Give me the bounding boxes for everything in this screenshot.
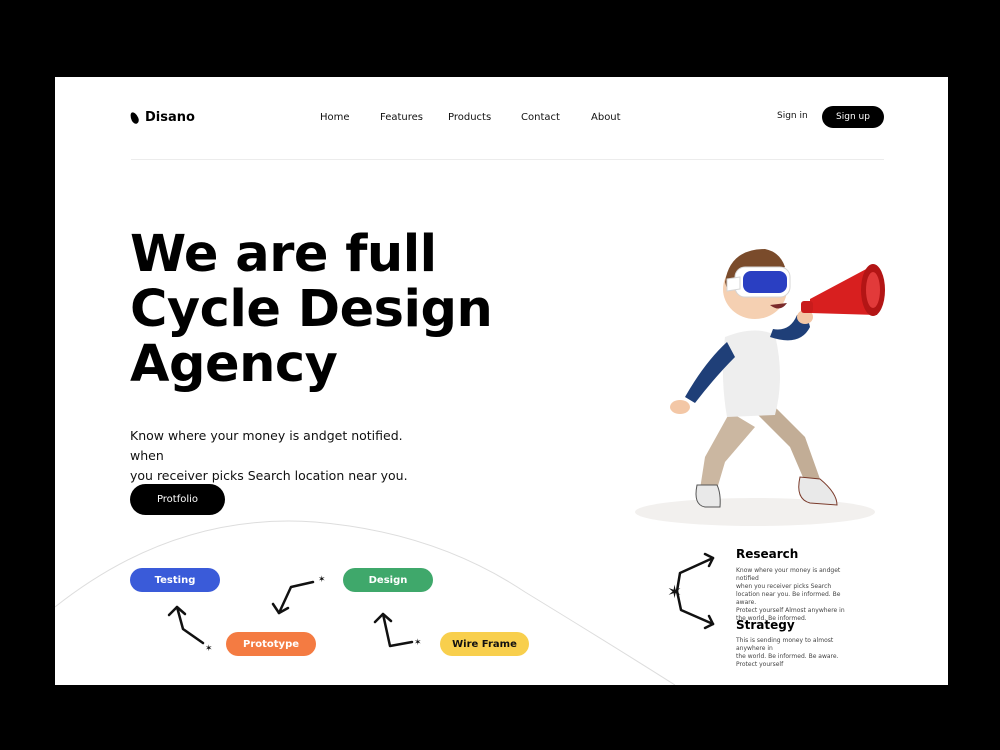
process-pill-testing[interactable]: Testing <box>130 568 220 592</box>
strategy-text-line: the world. Be informed. Be aware. <box>736 653 839 660</box>
research-text-line: location near you. Be informed. Be aware… <box>736 591 841 606</box>
research-text-line: when you receiver picks Search <box>736 583 832 590</box>
headline-line: Cycle Design <box>130 280 493 339</box>
hero-headline: We are full Cycle Design Agency <box>130 227 550 392</box>
headline-line: Agency <box>130 335 338 394</box>
subtext-line: Know where your money is andget notified… <box>130 428 403 463</box>
strategy-title: Strategy <box>736 618 795 632</box>
brand-logo[interactable]: Disano <box>128 110 195 125</box>
sign-in-link[interactable]: Sign in <box>777 111 808 121</box>
nav-about[interactable]: About <box>591 112 621 123</box>
strategy-text-line: This is sending money to almost anywhere… <box>736 637 834 652</box>
subtext-line: you receiver picks Search location near … <box>130 468 408 483</box>
research-text-line: Protect yourself Almost anywhere in <box>736 607 845 614</box>
nav-contact[interactable]: Contact <box>521 112 560 123</box>
logo-mark-icon <box>128 110 141 125</box>
strategy-text-line: Protect yourself <box>736 661 784 668</box>
sign-up-button[interactable]: Sign up <box>822 106 884 128</box>
strategy-text: This is sending money to almost anywhere… <box>736 637 861 669</box>
brand-name: Disano <box>145 110 195 125</box>
hero-subtext: Know where your money is andget notified… <box>130 426 430 486</box>
process-pill-wire-frame[interactable]: Wire Frame <box>440 632 529 656</box>
headline-line: We are full <box>130 225 437 284</box>
process-pill-prototype[interactable]: Prototype <box>226 632 316 656</box>
header-divider <box>131 159 884 160</box>
process-pill-design[interactable]: Design <box>343 568 433 592</box>
nav-features[interactable]: Features <box>380 112 423 123</box>
nav-products[interactable]: Products <box>448 112 491 123</box>
landing-page: Disano Home Features Products Contact Ab… <box>55 77 948 685</box>
vr-kid-megaphone-illustration <box>635 249 885 526</box>
research-title: Research <box>736 547 799 561</box>
research-text-line: Know where your money is andget notified <box>736 567 841 582</box>
research-text: Know where your money is andget notified… <box>736 567 861 623</box>
nav-home[interactable]: Home <box>320 112 350 123</box>
